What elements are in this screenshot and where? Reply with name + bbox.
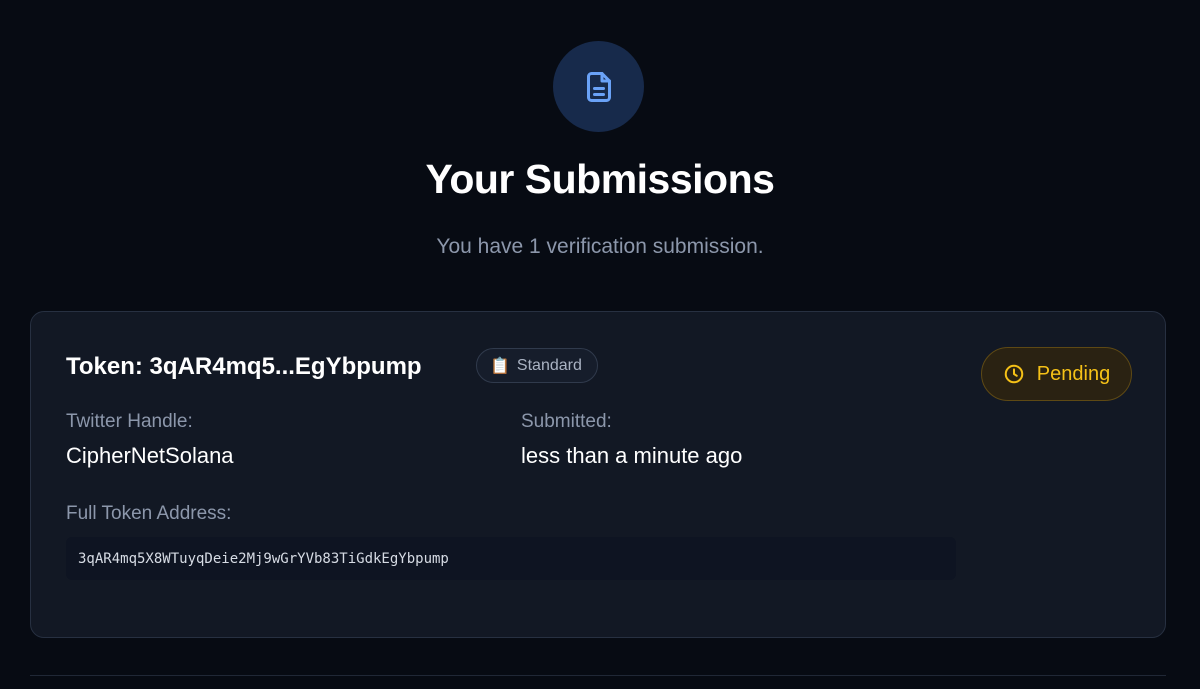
submission-card: Token: 3qAR4mq5...EgYbpump 📋 Standard Pe… [30,311,1166,638]
page-subtitle: You have 1 verification submission. [436,235,764,258]
clipboard-icon: 📋 [490,357,510,375]
full-token-address-label: Full Token Address: [66,503,232,524]
submissions-page: Your Submissions You have 1 verification… [0,0,1200,689]
divider [30,675,1166,676]
type-badge-label: Standard [516,356,582,374]
submitted-value: less than a minute ago [521,443,743,468]
status-label: Pending [1036,362,1111,385]
twitter-handle-value: CipherNetSolana [66,443,234,468]
document-icon [553,41,644,132]
token-title: Token: 3qAR4mq5...EgYbpump [66,353,422,380]
clock-icon [1003,363,1025,385]
page-title: Your Submissions [425,156,775,202]
status-badge: Pending [981,347,1132,401]
twitter-handle-label: Twitter Handle: [66,411,193,432]
submitted-label: Submitted: [521,411,612,432]
type-badge: 📋 Standard [476,348,598,383]
full-token-address-value[interactable]: 3qAR4mq5X8WTuyqDeie2Mj9wGrYVb83TiGdkEgYb… [66,537,956,580]
